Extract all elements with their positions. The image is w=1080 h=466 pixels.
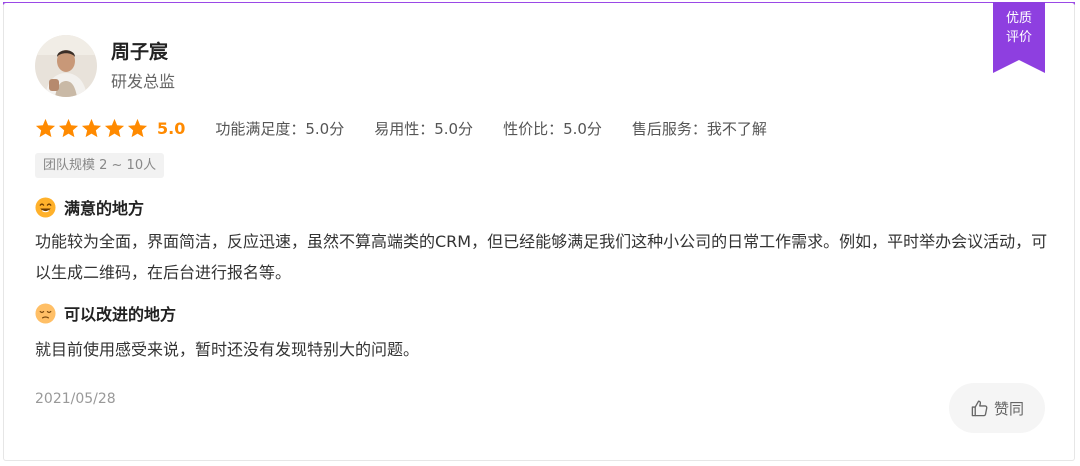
thumbs-up-icon [971,400,988,416]
metric-functionality: 功能满足度：5.0分 [215,119,345,138]
smile-emoji-icon [35,196,56,218]
reviewer-title: 研发总监 [111,72,176,91]
star-icon [35,118,56,138]
agree-button-label: 赞同 [993,399,1024,418]
star-icon [81,118,102,138]
review-date: 2021/05/28 [35,391,116,407]
cons-text: 就目前使用感受来说，暂时还没有发现特别大的问题。 [35,340,420,359]
avatar [35,35,97,97]
star-rating [35,118,150,138]
star-icon [58,118,79,138]
agree-button[interactable]: 赞同 [949,383,1045,433]
quality-review-badge: 优质 评价 [993,2,1045,73]
metric-after-sales: 售后服务：我不了解 [631,119,767,138]
cons-heading: 可以改进的地方 [35,301,176,325]
rating-row: 5.0 功能满足度：5.0分 易用性：5.0分 性价比：5.0分 售后服务：我不… [35,116,797,140]
team-size-tag: 团队规模 2 ~ 10人 [35,153,165,178]
star-icon [127,118,148,138]
overall-score: 5.0 [157,118,186,138]
badge-line-1: 优质 [1005,11,1032,26]
pros-text: 功能较为全面，界面简洁，反应迅速，虽然不算高端类的CRM，但已经能够满足我们这种… [35,232,1048,282]
pros-heading: 满意的地方 [35,195,144,219]
metric-usability: 易用性：5.0分 [374,119,474,138]
pensive-emoji-icon [35,302,56,324]
star-icon [104,118,125,138]
cons-title: 可以改进的地方 [64,305,177,324]
reviewer-name: 周子宸 [111,41,169,63]
metric-value-for-money: 性价比：5.0分 [503,119,602,138]
badge-line-2: 评价 [1005,30,1032,45]
pros-title: 满意的地方 [64,199,145,218]
